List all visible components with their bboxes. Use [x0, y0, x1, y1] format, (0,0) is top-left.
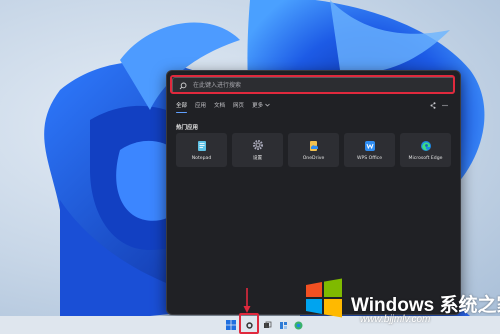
- share-icon[interactable]: [430, 102, 436, 111]
- notepad-icon: [196, 140, 208, 152]
- taskbar-search-highlight-box: [239, 313, 259, 334]
- app-label: 设置: [252, 156, 263, 161]
- tab-all[interactable]: 全部: [176, 102, 188, 113]
- edge-icon: [420, 140, 432, 152]
- section-title: 热门应用: [176, 125, 199, 131]
- tab-documents[interactable]: 文档: [214, 102, 225, 110]
- tab-more-label: 更多: [252, 103, 264, 109]
- app-tile-wps-office[interactable]: WPS Office: [344, 133, 395, 167]
- tab-more[interactable]: 更多: [252, 102, 270, 110]
- app-label: Microsoft Edge: [408, 155, 443, 161]
- watermark-title: Windows 系统之家: [351, 295, 500, 316]
- onedrive-icon: [308, 140, 320, 152]
- more-options-icon[interactable]: [442, 102, 448, 111]
- search-tabs: 全部 应用 文档 网页 更多: [176, 102, 270, 113]
- settings-gear-icon: [252, 139, 264, 151]
- app-tile-notepad[interactable]: Notepad: [176, 133, 227, 167]
- panel-actions: [430, 102, 448, 111]
- app-label: WPS Office: [356, 155, 383, 161]
- top-apps-list: Notepad 设置 OneDrive WPS Office Microsoft…: [176, 133, 451, 167]
- tab-web[interactable]: 网页: [233, 102, 244, 110]
- widgets-icon[interactable]: [277, 319, 289, 331]
- edge-taskbar-icon[interactable]: [292, 319, 304, 331]
- app-label: Notepad: [191, 155, 212, 161]
- start-windows-icon[interactable]: [225, 319, 237, 331]
- watermark-url: www.bjjmlv.com: [360, 314, 431, 325]
- wps-office-icon: [364, 140, 376, 152]
- search-highlight-box: [170, 75, 455, 94]
- app-tile-microsoft-edge[interactable]: Microsoft Edge: [400, 133, 451, 167]
- chevron-down-icon: [265, 102, 270, 110]
- red-arrow-annotation: [243, 288, 251, 313]
- task-view-icon[interactable]: [261, 319, 273, 331]
- tab-apps[interactable]: 应用: [195, 102, 206, 110]
- app-tile-onedrive[interactable]: OneDrive: [288, 133, 339, 167]
- app-tile-settings[interactable]: 设置: [232, 133, 283, 167]
- windows-logo-watermark: [306, 278, 342, 318]
- app-label: OneDrive: [302, 155, 325, 161]
